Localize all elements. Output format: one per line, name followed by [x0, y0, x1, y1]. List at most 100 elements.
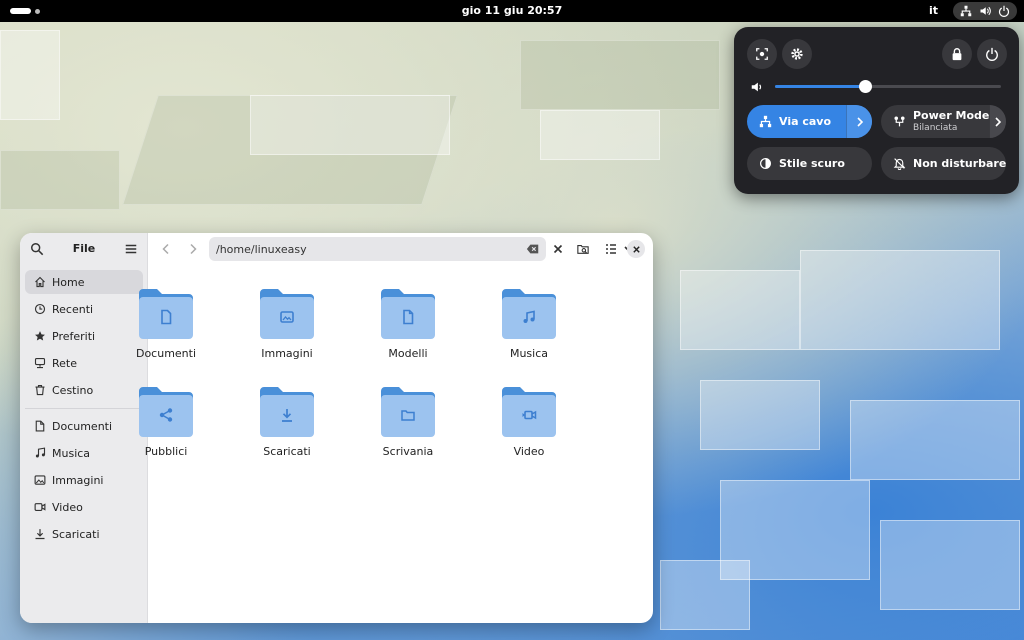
sidebar-item-label: Documenti [52, 419, 113, 433]
sidebar-item-label: Scaricati [52, 527, 100, 541]
search-icon[interactable] [30, 242, 44, 256]
bell-off-icon [893, 158, 906, 170]
folder-item-immagini[interactable]: Immagini [232, 283, 342, 360]
volume-slider[interactable] [775, 80, 1001, 93]
activities-button[interactable] [10, 8, 40, 14]
folder-item-documenti[interactable]: Documenti [111, 283, 221, 360]
folder-name: Pubblici [144, 445, 188, 458]
music-icon [35, 447, 46, 458]
clock[interactable]: gio 11 giu 20:57 [462, 4, 563, 17]
sidebar-item-videos[interactable]: Video [25, 495, 143, 519]
chevron-right-icon [856, 116, 863, 127]
location-path: /home/linuxeasy [216, 242, 307, 256]
settings-icon [791, 48, 803, 60]
power-icon [998, 5, 1010, 17]
folder-item-pubblici[interactable]: Pubblici [111, 381, 221, 458]
folder-name: Musica [509, 347, 549, 360]
dark-style-icon [760, 158, 771, 169]
home-icon [35, 276, 45, 288]
volume-icon [751, 82, 762, 92]
settings-button[interactable] [782, 39, 812, 69]
video-icon [522, 410, 537, 420]
folder-name: Modelli [388, 347, 428, 360]
folder-icon [258, 283, 316, 341]
folder-item-modelli[interactable]: Modelli [353, 283, 463, 360]
power-profile-icon [894, 116, 905, 127]
chevron-left-icon [162, 243, 169, 255]
volume-icon [980, 6, 991, 16]
folder-icon [401, 410, 415, 421]
share-icon [159, 408, 173, 422]
music-icon [523, 310, 535, 323]
cancel-location-button[interactable] [550, 241, 566, 257]
power-mode-menu-button[interactable] [989, 105, 1006, 138]
sidebar-item-label: Rete [52, 356, 77, 370]
image-icon [34, 475, 46, 485]
screenshot-button[interactable] [747, 39, 777, 69]
close-icon [632, 245, 640, 253]
system-menu-button[interactable] [953, 2, 1017, 20]
power-off-button[interactable] [977, 39, 1007, 69]
header-bar: /home/linuxeasy [148, 233, 653, 265]
quick-settings-panel: Via cavo Power Mode Bilanciata Stile scu… [734, 27, 1019, 194]
sidebar-item-label: Musica [52, 446, 91, 460]
folder-item-scrivania[interactable]: Scrivania [353, 381, 463, 458]
star-icon [35, 331, 45, 341]
hamburger-menu-icon[interactable] [124, 242, 138, 256]
volume-slider-handle[interactable] [859, 80, 873, 93]
tile-label: Power Mode [913, 108, 990, 122]
folder-name: Documenti [135, 347, 197, 360]
tile-label: Stile scuro [779, 157, 845, 170]
folder-item-video[interactable]: Video [474, 381, 584, 458]
download-icon [282, 409, 292, 422]
view-list-button[interactable] [603, 241, 619, 257]
volume-level-fill [775, 85, 866, 88]
network-icon [34, 357, 46, 369]
folder-name: Scaricati [263, 445, 311, 458]
sidebar-item-label: Video [52, 500, 83, 514]
list-view-icon [606, 244, 616, 254]
forward-button[interactable] [185, 241, 201, 257]
trash-icon [35, 384, 45, 396]
clear-text-icon[interactable] [526, 242, 540, 256]
sidebar-item-pictures[interactable]: Immagini [25, 468, 143, 492]
folder-item-scaricati[interactable]: Scaricati [232, 381, 342, 458]
sidebar-item-label: Cestino [52, 383, 94, 397]
sidebar-item-label: Recenti [52, 302, 94, 316]
workspace-active-indicator [10, 8, 31, 14]
network-wired-icon [960, 5, 972, 17]
folder-search-icon [577, 245, 589, 254]
search-folder-button[interactable] [575, 241, 591, 257]
download-icon [35, 529, 45, 540]
do-not-disturb-toggle[interactable]: Non disturbare [881, 147, 1006, 180]
sidebar-item-label: Home [52, 275, 85, 289]
keyboard-layout-indicator[interactable]: it [929, 4, 938, 17]
back-button[interactable] [158, 241, 174, 257]
video-icon [34, 503, 46, 511]
chevron-right-icon [190, 243, 197, 255]
folder-name: Scrivania [382, 445, 434, 458]
power-mode-toggle[interactable]: Power Mode Bilanciata [881, 105, 1006, 138]
sidebar-item-downloads[interactable]: Scaricati [25, 522, 143, 546]
dark-style-toggle[interactable]: Stile scuro [747, 147, 872, 180]
file-manager-window: File Home Recenti Preferiti Rete Cestino… [20, 233, 653, 623]
wired-network-menu-button[interactable] [846, 105, 872, 138]
folder-icon [258, 381, 316, 439]
location-entry[interactable]: /home/linuxeasy [209, 237, 546, 261]
document-icon [161, 309, 172, 325]
folder-icon [500, 381, 558, 439]
screenshot-icon [756, 48, 768, 60]
tile-label: Non disturbare [913, 157, 1006, 170]
wired-network-toggle[interactable]: Via cavo [747, 105, 872, 138]
lock-button[interactable] [942, 39, 972, 69]
template-icon [403, 309, 414, 325]
folder-icon [379, 283, 437, 341]
lock-icon [952, 48, 962, 61]
folder-icon [379, 381, 437, 439]
folder-name: Video [513, 445, 545, 458]
close-icon [553, 244, 563, 254]
folder-item-musica[interactable]: Musica [474, 283, 584, 360]
window-close-button[interactable] [627, 240, 645, 258]
workspace-indicator [35, 8, 40, 14]
folder-icon [137, 381, 195, 439]
